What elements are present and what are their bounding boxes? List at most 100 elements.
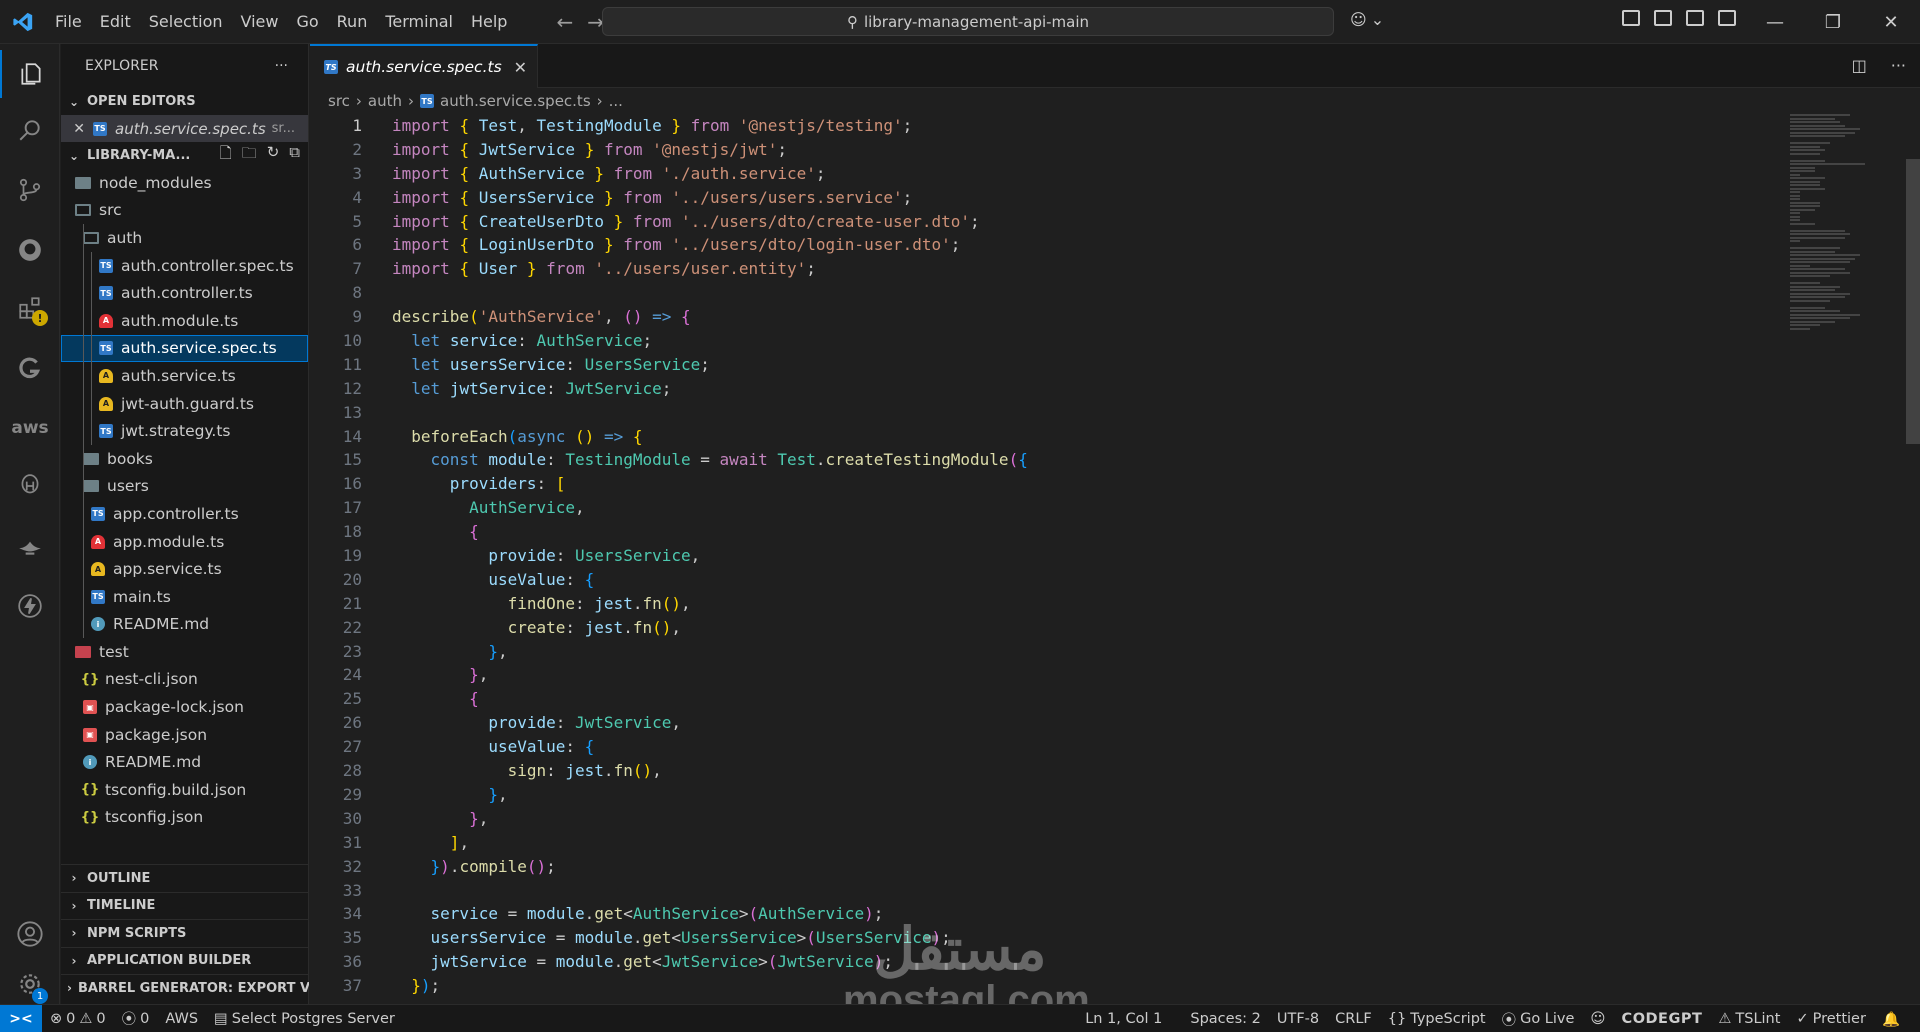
project-section[interactable]: ⌄ LIBRARY-MA... 🗋 🗀 ↻ ⧉ [61, 142, 308, 169]
tree-folder[interactable]: users [61, 472, 308, 501]
explorer-icon[interactable] [0, 50, 60, 98]
copilot-status-icon[interactable]: ☺ [1582, 1011, 1613, 1027]
breadcrumb-symbol[interactable]: ... [609, 92, 623, 110]
code-text: provide: JwtService, [488, 713, 681, 733]
accounts-icon[interactable] [0, 910, 60, 958]
tree-file[interactable]: ▣ package.json [61, 721, 308, 749]
settings-gear-icon[interactable]: 1 [0, 960, 60, 1008]
gitkraken-icon[interactable] [0, 344, 60, 392]
breadcrumb-auth[interactable]: auth [368, 92, 402, 110]
editor-scrollbar[interactable] [1904, 114, 1920, 1004]
remote-indicator-icon[interactable]: >< [0, 1004, 42, 1032]
menu-help[interactable]: Help [462, 0, 516, 44]
new-file-icon[interactable]: 🗋 [220, 143, 232, 168]
tree-file[interactable]: i README.md [61, 748, 308, 776]
code-line: 14 beforeEach(async () => { [310, 425, 1790, 449]
source-control-icon[interactable] [0, 166, 60, 214]
tree-folder[interactable]: test [61, 638, 308, 666]
toggle-secondary-sidebar-icon[interactable] [1686, 10, 1704, 26]
cursor-position[interactable]: Ln 1, Col 1 [1077, 1011, 1170, 1027]
tree-file[interactable]: i README.md [61, 610, 308, 639]
tree-file[interactable]: {} tsconfig.json [61, 804, 308, 832]
more-actions-icon[interactable]: ··· [1891, 56, 1906, 75]
extensions-icon[interactable]: ! [0, 284, 60, 332]
encoding[interactable]: UTF-8 [1269, 1011, 1327, 1027]
menu-selection[interactable]: Selection [140, 0, 232, 44]
breadcrumb-src[interactable]: src [328, 92, 350, 110]
close-window-icon[interactable]: ✕ [1862, 0, 1920, 44]
genie-icon[interactable] [0, 522, 60, 570]
tree-folder[interactable]: src [61, 197, 308, 225]
menu-edit[interactable]: Edit [91, 0, 140, 44]
tree-file[interactable]: Aauth.module.ts [61, 306, 308, 335]
tree-file[interactable]: Ajwt-auth.guard.ts [61, 389, 308, 418]
aws-icon[interactable]: aws [0, 404, 60, 452]
prettier-status[interactable]: ✓ Prettier [1788, 1011, 1874, 1027]
tree-folder[interactable]: books [61, 444, 308, 473]
timeline-section[interactable]: › TIMELINE [61, 891, 309, 920]
minimap[interactable] [1790, 114, 1902, 1004]
tree-file[interactable]: {} nest-cli.json [61, 666, 308, 694]
split-editor-icon[interactable]: ◫ [1852, 56, 1867, 75]
tree-folder[interactable]: node_modules [61, 169, 308, 197]
maximize-icon[interactable]: ❐ [1804, 0, 1862, 44]
tree-file[interactable]: TS auth.service.spec.ts [61, 334, 308, 363]
command-center-search[interactable]: ⚲ library-management-api-main [602, 7, 1334, 36]
code-editor[interactable]: 1 import { Test, TestingModule } from '@n… [310, 114, 1790, 1004]
application-builder-section[interactable]: › APPLICATION BUILDER [61, 946, 309, 975]
postgres-status[interactable]: ▤ Select Postgres Server [206, 1011, 403, 1027]
tree-file[interactable]: TS auth.controller.ts [61, 279, 308, 307]
menu-file[interactable]: File [46, 0, 91, 44]
npm-scripts-section[interactable]: › NPM SCRIPTS [61, 919, 309, 947]
indentation[interactable]: Spaces: 2 [1182, 1011, 1268, 1027]
github-icon[interactable] [0, 226, 60, 274]
tree-file[interactable]: TS main.ts [61, 582, 308, 611]
open-editors-section[interactable]: ⌄ OPEN EDITORS [61, 88, 308, 115]
refresh-icon[interactable]: ↻ [267, 143, 280, 168]
outline-section[interactable]: › OUTLINE [61, 864, 309, 892]
tree-file[interactable]: TS auth.controller.spec.ts [61, 251, 308, 280]
database-icon[interactable] [0, 462, 60, 510]
tree-file[interactable]: {} tsconfig.build.json [61, 776, 308, 804]
open-editor-item[interactable]: ✕ TS auth.service.spec.ts sr... [61, 115, 308, 142]
close-icon[interactable]: ✕ [61, 121, 93, 137]
tree-file[interactable]: TS app.controller.ts [61, 500, 308, 528]
tslint-status[interactable]: ⚠ TSLint [1710, 1011, 1788, 1027]
go-live-button[interactable]: ⦿ Go Live [1494, 1009, 1583, 1030]
tab-auth-service-spec[interactable]: TS auth.service.spec.ts ✕ [310, 44, 539, 88]
barrel-generator-section[interactable]: › BARREL GENERATOR: EXPORT V... [61, 974, 309, 1002]
aws-status[interactable]: AWS [157, 1011, 206, 1027]
menu-go[interactable]: Go [287, 0, 327, 44]
breadcrumb-file[interactable]: auth.service.spec.ts [440, 92, 591, 110]
scrollbar-thumb[interactable] [1906, 159, 1920, 444]
problems-indicator[interactable]: ⊗ 0 ⚠ 0 [42, 1011, 114, 1027]
tree-file[interactable]: ▣ package-lock.json [61, 693, 308, 721]
ports-indicator[interactable]: ⦿ 0 [114, 1008, 158, 1029]
tree-file[interactable]: TS jwt.strategy.ts [61, 417, 308, 445]
menu-terminal[interactable]: Terminal [376, 0, 462, 44]
minimize-icon[interactable]: — [1746, 0, 1804, 44]
end-of-line[interactable]: CRLF [1327, 1011, 1380, 1027]
copilot-menu[interactable]: ☺ ⌄ [1350, 10, 1384, 29]
toggle-primary-sidebar-icon[interactable] [1622, 10, 1640, 26]
minimap-line [1790, 271, 1850, 274]
collapse-all-icon[interactable]: ⧉ [289, 143, 300, 168]
tree-file[interactable]: Aauth.service.ts [61, 362, 308, 390]
more-actions-icon[interactable]: ··· [275, 58, 288, 74]
tree-folder[interactable]: auth [61, 224, 308, 252]
notifications-bell-icon[interactable]: 🔔 [1874, 1011, 1908, 1028]
toggle-panel-icon[interactable] [1654, 10, 1672, 26]
back-arrow-icon[interactable]: ← [556, 10, 573, 34]
customize-layout-icon[interactable] [1718, 10, 1736, 26]
menu-run[interactable]: Run [328, 0, 377, 44]
tree-file[interactable]: Aapp.service.ts [61, 555, 308, 583]
thunder-client-icon[interactable] [0, 582, 60, 630]
tree-file[interactable]: Aapp.module.ts [61, 527, 308, 556]
codegpt-status[interactable]: CODEGPT [1614, 1011, 1711, 1027]
menu-view[interactable]: View [232, 0, 288, 44]
close-tab-icon[interactable]: ✕ [514, 58, 527, 77]
search-activity-icon[interactable] [0, 106, 60, 154]
new-folder-icon[interactable]: 🗀 [242, 143, 257, 168]
project-label: LIBRARY-MA... [87, 148, 191, 163]
language-mode[interactable]: {} TypeScript [1380, 1011, 1494, 1027]
